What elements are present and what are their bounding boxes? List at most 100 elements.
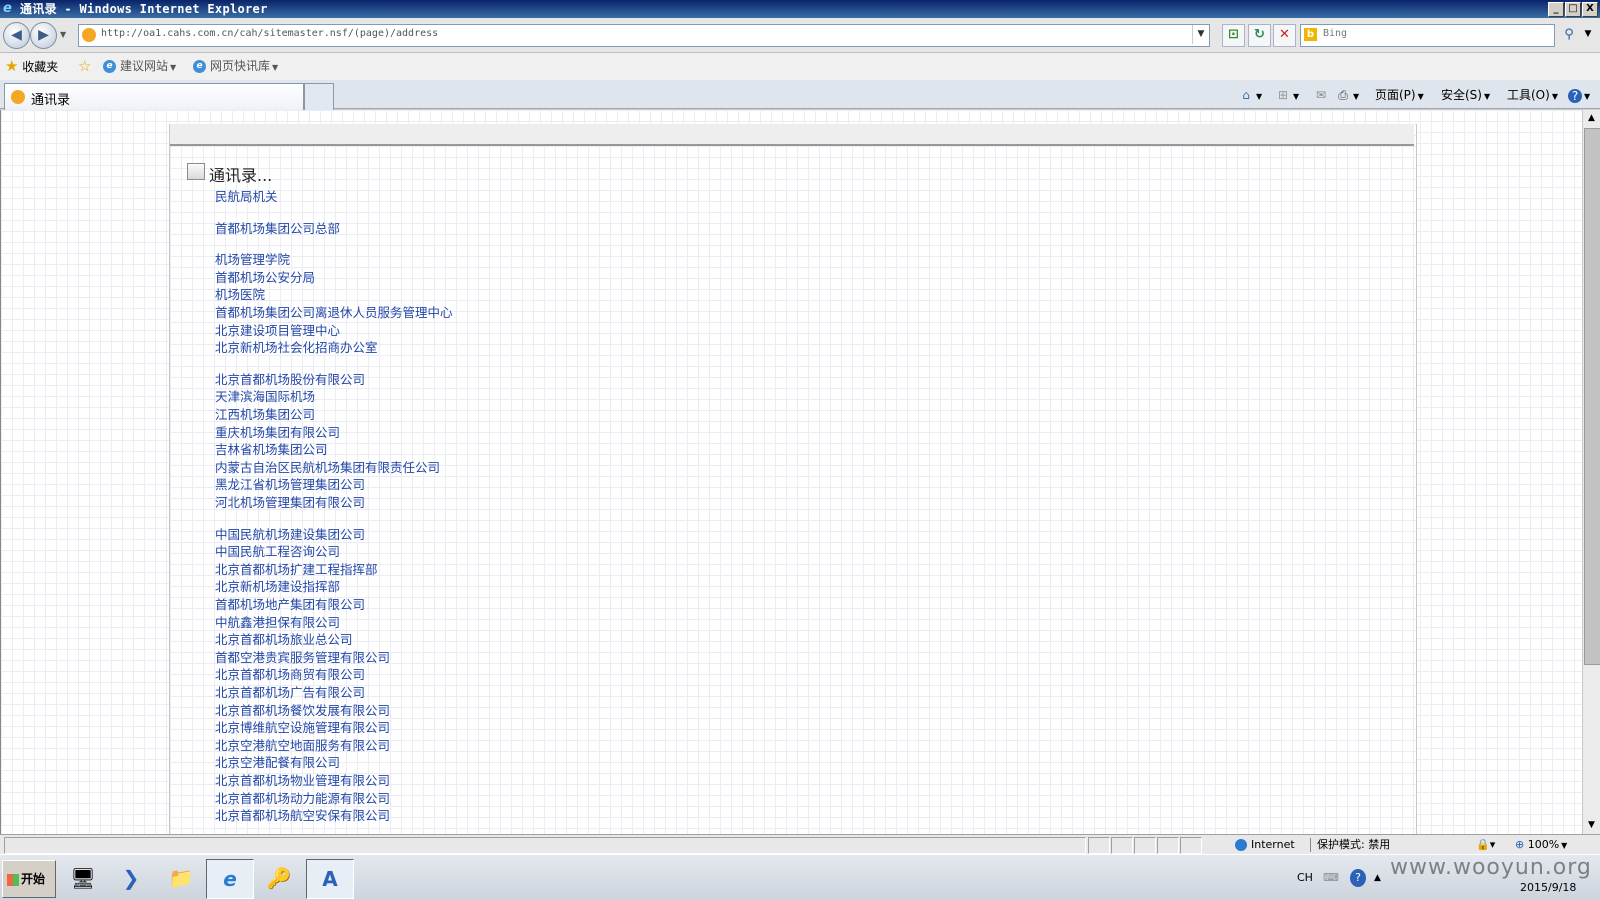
taskbar: 开始 🖥 ❯ 📁 e 🔑 A CH ⌨ ? ▲ www.wooyun.org 2… [0,854,1600,900]
directory-link[interactable]: 首都机场地产集团有限公司 [215,594,365,613]
tab-title: 通讯录 [31,93,71,108]
search-options-dropdown-icon[interactable]: ▼ [1582,24,1594,45]
keyboard-icon[interactable]: ⌨ [1323,869,1339,887]
refresh-icon[interactable]: ↻ [1248,24,1271,47]
security-zone[interactable]: Internet [1235,838,1295,852]
directory-link[interactable]: 北京空港配餐有限公司 [215,752,340,771]
directory-link[interactable]: 北京建设项目管理中心 [215,320,340,339]
help-tray-icon[interactable]: ? [1350,869,1366,887]
directory-link[interactable]: 吉林省机场集团公司 [215,439,328,458]
search-icon[interactable]: ⚲ [1559,24,1579,45]
scroll-thumb[interactable] [1584,128,1600,665]
document-app-icon[interactable]: A [306,859,354,899]
internet-explorer-icon[interactable]: e [206,859,254,899]
directory-link[interactable]: 中航鑫港担保有限公司 [215,612,340,631]
directory-link[interactable]: 机场管理学院 [215,249,290,268]
directory-link[interactable]: 北京首都机场股份有限公司 [215,369,365,388]
zoom-magnifier-icon: ⊕ [1515,838,1525,851]
directory-link[interactable]: 北京首都机场餐饮发展有限公司 [215,700,390,719]
stop-icon[interactable]: ✕ [1273,24,1296,47]
scroll-down-icon[interactable]: ▼ [1583,817,1600,834]
address-url[interactable]: http://oa1.cahs.com.cn/cah/sitemaster.ns… [101,28,438,39]
tab-address-book[interactable]: 通讯录 [4,83,304,110]
powershell-icon[interactable]: ❯ [108,859,154,897]
folder-box-icon [187,163,205,180]
ie-logo-icon: e [3,1,12,16]
directory-link[interactable]: 首都机场集团公司总部 [215,218,340,237]
key-tool-icon[interactable]: 🔑 [256,859,302,897]
directory-link[interactable]: 重庆机场集团有限公司 [215,422,340,441]
explorer-folder-icon[interactable]: 📁 [158,859,204,897]
directory-link[interactable]: 北京首都机场广告有限公司 [215,682,365,701]
help-button[interactable]: ? ▼ [1568,85,1590,105]
status-cell [1088,837,1110,854]
language-indicator[interactable]: CH [1297,869,1313,887]
server-manager-icon[interactable]: 🖥 [60,859,106,897]
panel-header-bar [170,124,1414,146]
safety-menu[interactable]: 安全(S) ▼ [1441,85,1490,105]
directory-link[interactable]: 北京空港航空地面服务有限公司 [215,735,390,754]
history-dropdown-icon[interactable]: ▼ [60,30,66,39]
directory-link[interactable]: 民航局机关 [215,186,278,205]
directory-link[interactable]: 黑龙江省机场管理集团公司 [215,474,365,493]
forward-button[interactable]: ▶ [30,22,57,49]
search-placeholder[interactable]: Bing [1323,28,1347,39]
directory-link[interactable]: 机场医院 [215,284,265,303]
directory-link[interactable]: 北京首都机场航空安保有限公司 [215,805,390,824]
directory-link[interactable]: 北京首都机场旅业总公司 [215,629,353,648]
window-titlebar[interactable]: e 通讯录 - Windows Internet Explorer _ □ X [0,0,1600,18]
directory-link[interactable]: 北京新机场社会化招商办公室 [215,337,378,356]
add-favorites-icon[interactable]: ☆ [78,58,91,75]
security-lock-icon[interactable]: 🔒▾ [1476,838,1495,852]
minimize-button[interactable]: _ [1548,2,1564,17]
directory-link[interactable]: 首都机场集团公司离退休人员服务管理中心 [215,302,453,321]
zoom-control[interactable]: ⊕ 100% ▼ [1515,838,1567,853]
directory-link[interactable]: 北京首都机场动力能源有限公司 [215,788,390,807]
directory-link[interactable]: 河北机场管理集团有限公司 [215,492,365,511]
favorites-bar: ★ 收藏夹 ☆ e 建议网站 ▼ e 网页快讯库 ▼ [0,53,1600,80]
print-button[interactable]: ⎙ ▼ [1335,85,1359,105]
favorite-web-slice-gallery[interactable]: e 网页快讯库 ▼ [193,58,278,75]
start-button[interactable]: 开始 [2,860,56,898]
close-button[interactable]: X [1582,2,1598,17]
back-button[interactable]: ◀ [3,22,30,49]
home-button[interactable]: ⌂ ▼ [1238,85,1262,105]
directory-link[interactable]: 中国民航工程咨询公司 [215,541,340,560]
favorite-suggested-sites[interactable]: e 建议网站 ▼ [103,58,176,75]
search-box[interactable]: b Bing [1300,24,1555,47]
feeds-button[interactable]: ⊞ ▼ [1275,85,1299,105]
directory-link[interactable]: 北京首都机场商贸有限公司 [215,664,365,683]
tab-favicon-icon [11,90,25,104]
page-menu[interactable]: 页面(P) ▼ [1375,85,1424,105]
directory-link[interactable]: 首都空港贵宾服务管理有限公司 [215,647,390,666]
directory-link[interactable]: 北京首都机场扩建工程指挥部 [215,559,378,578]
compatibility-view-icon[interactable]: ⊡ [1222,24,1245,47]
directory-link[interactable]: 天津滨海国际机场 [215,386,315,405]
directory-link[interactable]: 北京博维航空设施管理有限公司 [215,717,390,736]
vertical-scrollbar[interactable]: ▲ ▼ [1582,110,1600,834]
directory-link[interactable]: 中国民航机场建设集团公司 [215,524,365,543]
status-text-cell [4,837,1086,854]
status-cell [1157,837,1179,854]
directory-link[interactable]: 首都机场公安分局 [215,267,315,286]
tools-menu[interactable]: 工具(O) ▼ [1507,85,1558,105]
scroll-up-icon[interactable]: ▲ [1583,110,1600,127]
read-mail-icon[interactable]: ✉ [1313,85,1329,105]
new-tab-button[interactable] [304,83,334,110]
favorites-button[interactable]: ★ 收藏夹 [5,58,58,75]
directory-title: 通讯录... [209,166,273,185]
tray-expand-icon[interactable]: ▲ [1374,869,1381,887]
directory-link[interactable]: 北京新机场建设指挥部 [215,576,340,595]
ie-page-icon: e [103,60,116,73]
maximize-button[interactable]: □ [1565,2,1581,17]
directory-link[interactable]: 北京首都机场物业管理有限公司 [215,770,390,789]
site-favicon-icon [82,28,96,42]
address-bar[interactable]: http://oa1.cahs.com.cn/cah/sitemaster.ns… [78,24,1210,47]
directory-link[interactable]: 江西机场集团公司 [215,404,315,423]
address-dropdown-icon[interactable]: ▼ [1192,25,1209,44]
favorites-star-icon: ★ [5,57,19,75]
page-content: 通讯录... 民航局机关首都机场集团公司总部 机场管理学院 首都机场公安分局 机场医院… [0,110,1582,834]
clock-date[interactable]: 2015/9/18 [1520,881,1576,894]
directory-link[interactable]: 内蒙古自治区民航机场集团有限责任公司 [215,457,440,476]
globe-icon [1235,839,1247,851]
